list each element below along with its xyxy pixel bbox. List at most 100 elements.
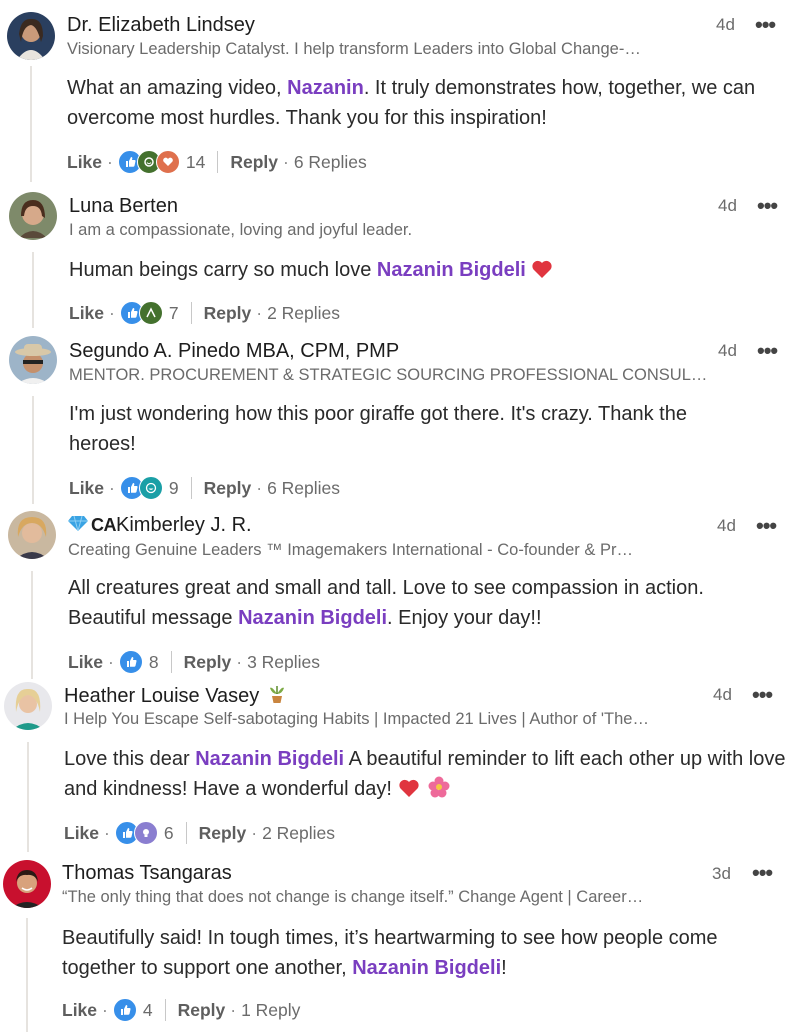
more-options-icon[interactable]: •••	[756, 513, 777, 539]
avatar[interactable]	[9, 336, 57, 384]
comment-actions: Like · 9 Reply · 6 Replies	[69, 476, 340, 500]
reactions[interactable]	[118, 650, 143, 674]
author-name[interactable]: Kimberley J. R.	[116, 514, 252, 537]
reactions[interactable]	[119, 476, 163, 500]
like-button[interactable]: Like	[68, 652, 103, 673]
separator-dot: ·	[107, 151, 113, 172]
reaction-count[interactable]: 7	[169, 303, 179, 324]
avatar-image	[4, 682, 52, 730]
reply-button[interactable]: Reply	[199, 823, 247, 844]
author-row: Luna Berten	[69, 195, 178, 218]
reactions[interactable]	[119, 301, 163, 325]
reply-button[interactable]: Reply	[204, 478, 252, 499]
reactions[interactable]	[114, 821, 158, 845]
avatar-image	[9, 192, 57, 240]
more-options-icon[interactable]: •••	[757, 338, 778, 364]
like-button[interactable]: Like	[69, 303, 104, 324]
divider	[170, 651, 172, 673]
replies-link[interactable]: 2 Replies	[267, 303, 340, 324]
comment-actions: Like · 14 Reply · 6 Replies	[67, 150, 367, 174]
mention-link[interactable]: Nazanin	[287, 77, 364, 99]
author-name[interactable]: Heather Louise Vasey	[64, 685, 259, 708]
separator-dot: ·	[230, 999, 237, 1020]
thread-line	[32, 396, 34, 504]
comment-text: What an amazing video, Nazanin. It truly…	[67, 73, 789, 133]
avatar[interactable]	[9, 192, 57, 240]
mention-link[interactable]: Nazanin Bigdeli	[195, 748, 344, 770]
separator-dot: ·	[256, 477, 263, 498]
replies-link[interactable]: 2 Replies	[262, 823, 335, 844]
reaction-count[interactable]: 8	[149, 652, 159, 673]
timestamp: 4d	[716, 15, 735, 34]
timestamp: 3d	[712, 864, 731, 883]
heart-emoji-icon	[398, 777, 420, 807]
author-headline: I Help You Escape Self-sabotaging Habits…	[64, 710, 649, 728]
author-name[interactable]: Luna Berten	[69, 195, 178, 218]
author-headline: MENTOR. PROCUREMENT & STRATEGIC SOURCING…	[69, 366, 708, 384]
like-reaction-icon	[118, 650, 143, 674]
mention-link[interactable]: Nazanin Bigdeli	[238, 607, 387, 629]
author-name[interactable]: Dr. Elizabeth Lindsey	[67, 14, 255, 37]
reaction-count[interactable]: 14	[186, 152, 205, 173]
like-button[interactable]: Like	[67, 152, 102, 173]
more-options-icon[interactable]: •••	[752, 860, 773, 886]
mention-link[interactable]: Nazanin Bigdeli	[377, 259, 526, 281]
author-row: Thomas Tsangaras	[62, 862, 232, 885]
author-name[interactable]: Thomas Tsangaras	[62, 862, 232, 885]
reactions[interactable]	[112, 998, 137, 1022]
reaction-count[interactable]: 9	[169, 478, 179, 499]
timestamp: 4d	[713, 685, 732, 704]
timestamp: 4d	[718, 196, 737, 215]
thread-line	[31, 571, 33, 679]
reply-button[interactable]: Reply	[178, 1000, 226, 1021]
comment-text: All creatures great and small and tall. …	[68, 573, 768, 633]
text-segment: I'm just wondering how this poor giraffe…	[69, 403, 687, 455]
mention-link[interactable]: Nazanin Bigdeli	[352, 957, 501, 979]
avatar[interactable]	[4, 682, 52, 730]
replies-link[interactable]: 6 Replies	[267, 478, 340, 499]
name-prefix: CA	[91, 515, 117, 535]
text-segment: Human beings carry so much love	[69, 259, 377, 281]
insightful-reaction-icon	[133, 821, 158, 845]
reply-button[interactable]: Reply	[230, 152, 278, 173]
comment-text: Beautifully said! In tough times, it’s h…	[62, 923, 778, 983]
divider	[217, 151, 219, 173]
avatar-image	[7, 12, 55, 60]
support-reaction-icon	[138, 301, 163, 325]
comment-actions: Like · 7 Reply · 2 Replies	[69, 301, 340, 325]
replies-link[interactable]: 6 Replies	[294, 152, 367, 173]
reactions[interactable]	[117, 150, 180, 174]
love-reaction-icon	[155, 150, 180, 174]
more-options-icon[interactable]: •••	[752, 682, 773, 708]
comment-text: Human beings carry so much love Nazanin …	[69, 255, 789, 288]
like-button[interactable]: Like	[69, 478, 104, 499]
flower-emoji-icon	[428, 776, 450, 807]
replies-link[interactable]: 1 Reply	[241, 1000, 300, 1021]
more-options-icon[interactable]: •••	[755, 12, 776, 38]
replies-link[interactable]: 3 Replies	[247, 652, 320, 673]
author-headline: Creating Genuine Leaders ™ Imagemakers I…	[68, 541, 708, 560]
avatar[interactable]	[8, 511, 56, 559]
reply-button[interactable]: Reply	[204, 303, 252, 324]
reaction-count[interactable]: 4	[143, 1000, 153, 1021]
separator-dot: ·	[109, 302, 115, 323]
author-headline: Visionary Leadership Catalyst. I help tr…	[67, 40, 641, 58]
separator-dot: ·	[102, 999, 108, 1020]
separator-dot: ·	[251, 822, 258, 843]
avatar[interactable]	[3, 860, 51, 908]
separator-dot: ·	[282, 151, 289, 172]
more-options-icon[interactable]: •••	[757, 193, 778, 219]
comment-text: I'm just wondering how this poor giraffe…	[69, 399, 759, 459]
reaction-count[interactable]: 6	[164, 823, 174, 844]
text-segment: Love this dear	[64, 748, 196, 770]
like-button[interactable]: Like	[62, 1000, 97, 1021]
reply-button[interactable]: Reply	[184, 652, 232, 673]
like-button[interactable]: Like	[64, 823, 99, 844]
avatar[interactable]	[7, 12, 55, 60]
separator-dot: ·	[108, 651, 114, 672]
text-segment: . Enjoy your day!!	[387, 607, 542, 629]
divider	[190, 477, 192, 499]
separator-dot: ·	[104, 822, 110, 843]
heart-emoji-icon	[531, 258, 553, 288]
author-name[interactable]: Segundo A. Pinedo MBA, CPM, PMP	[69, 340, 399, 363]
